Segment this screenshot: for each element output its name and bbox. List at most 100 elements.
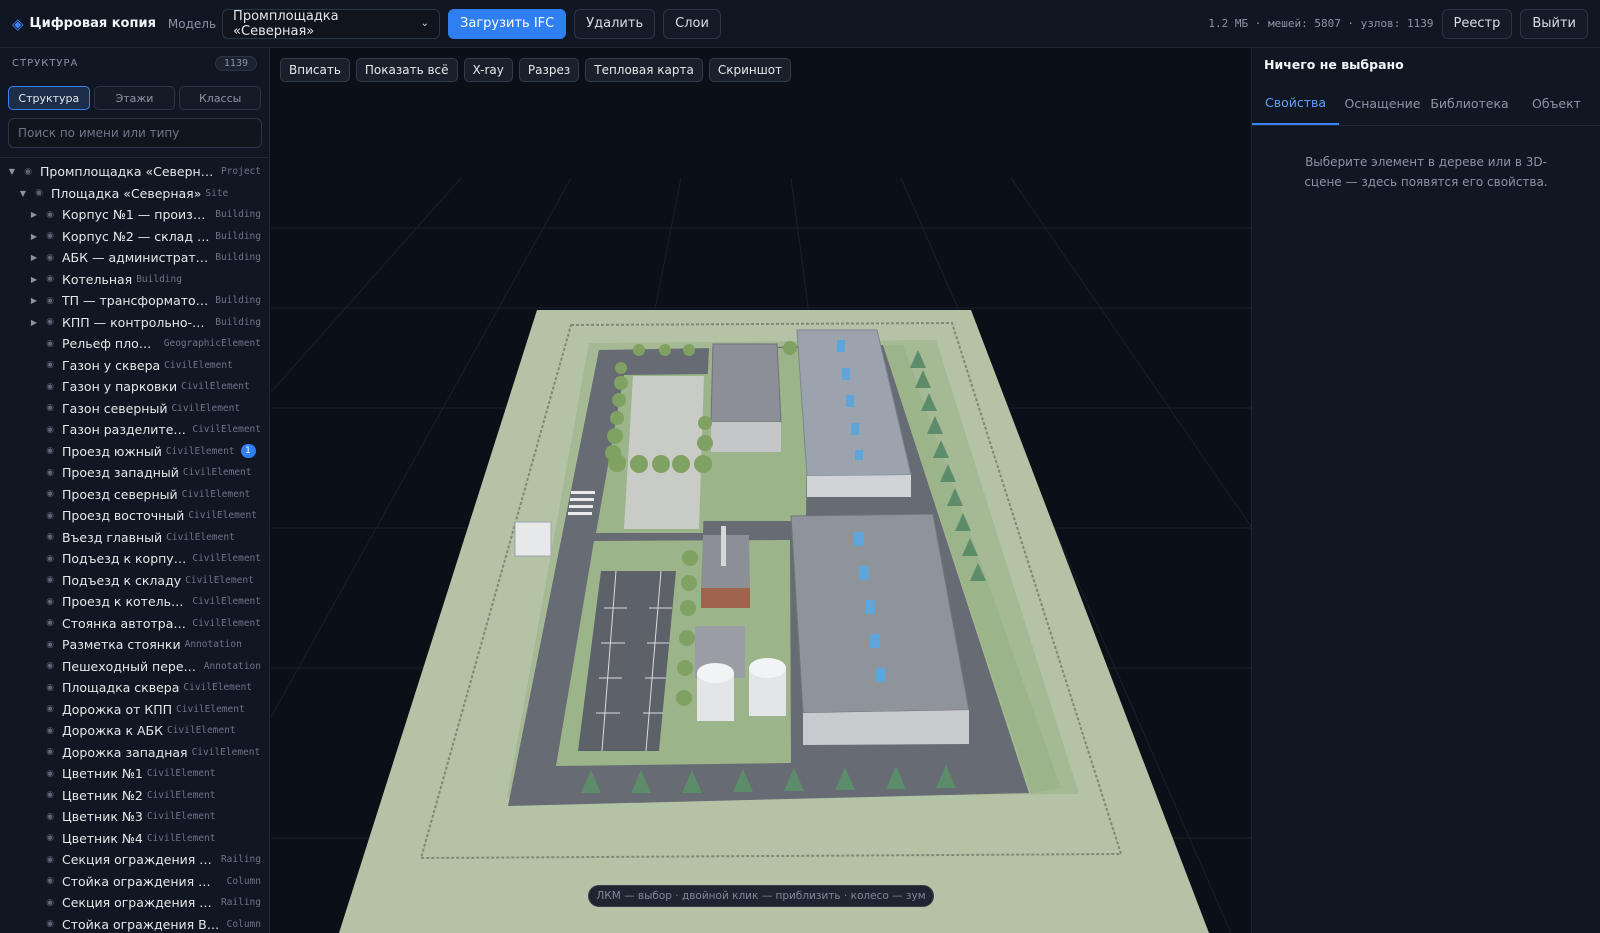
- section-button[interactable]: Разрез: [518, 58, 580, 82]
- tab-properties[interactable]: Свойства: [1252, 82, 1339, 125]
- eye-icon[interactable]: ◉: [22, 167, 34, 177]
- model-select[interactable]: Промплощадка «Северная» ⌄: [222, 8, 441, 39]
- tree-node[interactable]: ◉ Дорожка от КПП CivilElement: [0, 699, 269, 721]
- eye-icon[interactable]: ◉: [44, 382, 56, 392]
- 3d-scene[interactable]: [271, 48, 1251, 933]
- caret-right-icon[interactable]: ▶: [28, 253, 40, 262]
- tree-node[interactable]: ▶ ◉ Корпус №2 — склад готовой продукцииBui…: [0, 226, 269, 248]
- eye-icon[interactable]: ◉: [44, 231, 56, 241]
- eye-icon[interactable]: ◉: [44, 726, 56, 736]
- tree-node[interactable]: ▶ ◉ ТП — трансформаторная подстанцияBuildi…: [0, 290, 269, 312]
- tree-node[interactable]: ◉ Цветник №2 CivilElement: [0, 785, 269, 807]
- tree-node[interactable]: ◉ Дорожка к АБК CivilElement: [0, 720, 269, 742]
- eye-icon[interactable]: ◉: [44, 683, 56, 693]
- caret-right-icon[interactable]: ▶: [28, 318, 40, 327]
- tree-node[interactable]: ◉ Стойка ограждения ВосточнаяColumn: [0, 914, 269, 933]
- tree-node[interactable]: ◉ Проезд восточный CivilElement: [0, 505, 269, 527]
- tree-node[interactable]: ◉ Подъезд к складу CivilElement: [0, 570, 269, 592]
- eye-icon[interactable]: ◉: [44, 661, 56, 671]
- tree-node[interactable]: ◉ Въезд главный CivilElement: [0, 527, 269, 549]
- eye-icon[interactable]: ◉: [44, 253, 56, 263]
- registry-button[interactable]: Реестр: [1441, 8, 1513, 39]
- caret-right-icon[interactable]: ▶: [28, 275, 40, 284]
- heatmap-button[interactable]: Тепловая карта: [585, 58, 703, 82]
- eye-icon[interactable]: ◉: [44, 898, 56, 908]
- delete-button[interactable]: Удалить: [574, 8, 656, 39]
- eye-icon[interactable]: ◉: [44, 790, 56, 800]
- tree-node[interactable]: ◉ Цветник №4 CivilElement: [0, 828, 269, 850]
- tree-node[interactable]: ◉ Проезд западный CivilElement: [0, 462, 269, 484]
- tree-node[interactable]: ◉ Пешеходный переход Annotation: [0, 656, 269, 678]
- tree-node[interactable]: ◉ Дорожка западная CivilElement: [0, 742, 269, 764]
- tab-library[interactable]: Библиотека: [1426, 82, 1513, 125]
- tab-equipment[interactable]: Оснащение: [1339, 82, 1426, 125]
- tree-node[interactable]: ◉ Газон разделительныйCivilElement: [0, 419, 269, 441]
- eye-icon[interactable]: ◉: [44, 833, 56, 843]
- tree-node[interactable]: ◉ Цветник №3 CivilElement: [0, 806, 269, 828]
- eye-icon[interactable]: ◉: [44, 876, 56, 886]
- screenshot-button[interactable]: Скриншот: [708, 58, 792, 82]
- eye-icon[interactable]: ◉: [44, 296, 56, 306]
- show-all-button[interactable]: Показать всё: [355, 58, 458, 82]
- eye-icon[interactable]: ◉: [44, 919, 56, 929]
- tree-node[interactable]: ▶ ◉ Котельная Building: [0, 269, 269, 291]
- tree-node[interactable]: ◉ Площадка сквера CivilElement: [0, 677, 269, 699]
- caret-right-icon[interactable]: ▶: [28, 232, 40, 241]
- eye-icon[interactable]: ◉: [44, 274, 56, 284]
- tab-object[interactable]: Объект: [1513, 82, 1600, 125]
- eye-icon[interactable]: ◉: [44, 425, 56, 435]
- layers-button[interactable]: Слои: [663, 8, 721, 39]
- tab-floors[interactable]: Этажи: [93, 86, 176, 110]
- eye-icon[interactable]: ◉: [44, 769, 56, 779]
- eye-icon[interactable]: ◉: [44, 446, 56, 456]
- tree-node[interactable]: ▶ ◉ АБК — административно-бытовой корпусBu…: [0, 247, 269, 269]
- tab-structure[interactable]: Структура: [8, 86, 90, 110]
- tree-node[interactable]: ▶ ◉ КПП — контрольно-пропускной пункт Build…: [0, 312, 269, 334]
- tree-node[interactable]: ◉ Секция ограждения СевернаяRailing: [0, 849, 269, 871]
- eye-icon[interactable]: ◉: [44, 468, 56, 478]
- 3d-viewport[interactable]: Вписать Показать всё X-ray Разрез Теплов…: [271, 48, 1251, 933]
- tree-node[interactable]: ▶ ◉ Корпус №1 — производственныйBuilding: [0, 204, 269, 226]
- tree-node[interactable]: ◉ Проезд к котельной CivilElement: [0, 591, 269, 613]
- eye-icon[interactable]: ◉: [33, 188, 45, 198]
- caret-right-icon[interactable]: ▶: [28, 210, 40, 219]
- tree-search-input[interactable]: [8, 118, 262, 148]
- eye-icon[interactable]: ◉: [44, 339, 56, 349]
- eye-icon[interactable]: ◉: [44, 640, 56, 650]
- tree-node[interactable]: ◉ Разметка стоянки Annotation: [0, 634, 269, 656]
- eye-icon[interactable]: ◉: [44, 511, 56, 521]
- eye-icon[interactable]: ◉: [44, 855, 56, 865]
- tree-node[interactable]: ◉ Газон у парковки CivilElement: [0, 376, 269, 398]
- tree-node[interactable]: ▼ ◉ Площадка «Северная» Site: [0, 183, 269, 205]
- tree-node[interactable]: ◉ Газон у сквера CivilElement: [0, 355, 269, 377]
- xray-button[interactable]: X-ray: [463, 58, 513, 82]
- caret-down-icon[interactable]: ▼: [6, 167, 18, 176]
- tree-node[interactable]: ◉ Секция ограждения ЮжнаяRailing: [0, 892, 269, 914]
- tree-node[interactable]: ◉ Проезд южный CivilElement 1: [0, 441, 269, 463]
- tree-node[interactable]: ◉ Газон северный CivilElement: [0, 398, 269, 420]
- eye-icon[interactable]: ◉: [44, 489, 56, 499]
- tree-node[interactable]: ◉ Подъезд к корпусу №1 CivilElement: [0, 548, 269, 570]
- eye-icon[interactable]: ◉: [44, 812, 56, 822]
- tree-node[interactable]: ◉ Проезд северный CivilElement: [0, 484, 269, 506]
- eye-icon[interactable]: ◉: [44, 575, 56, 585]
- tree-node[interactable]: ▼ ◉ Промплощадка «Северная» Project: [0, 161, 269, 183]
- eye-icon[interactable]: ◉: [44, 403, 56, 413]
- tree-node[interactable]: ◉ Стойка ограждения ЮжнаяColumn: [0, 871, 269, 893]
- eye-icon[interactable]: ◉: [44, 597, 56, 607]
- caret-right-icon[interactable]: ▶: [28, 296, 40, 305]
- eye-icon[interactable]: ◉: [44, 618, 56, 628]
- eye-icon[interactable]: ◉: [44, 554, 56, 564]
- eye-icon[interactable]: ◉: [44, 747, 56, 757]
- eye-icon[interactable]: ◉: [44, 317, 56, 327]
- eye-icon[interactable]: ◉: [44, 210, 56, 220]
- fit-button[interactable]: Вписать: [280, 58, 350, 82]
- upload-ifc-button[interactable]: Загрузить IFC: [448, 8, 567, 39]
- eye-icon[interactable]: ◉: [44, 532, 56, 542]
- tree-node[interactable]: ◉ Цветник №1 CivilElement: [0, 763, 269, 785]
- eye-icon[interactable]: ◉: [44, 360, 56, 370]
- logout-button[interactable]: Выйти: [1520, 8, 1588, 39]
- tab-classes[interactable]: Классы: [179, 86, 262, 110]
- tree-node[interactable]: ◉ Рельеф площадкиGeographicElement: [0, 333, 269, 355]
- tree-node[interactable]: ◉ Стоянка автотранспортаCivilElement: [0, 613, 269, 635]
